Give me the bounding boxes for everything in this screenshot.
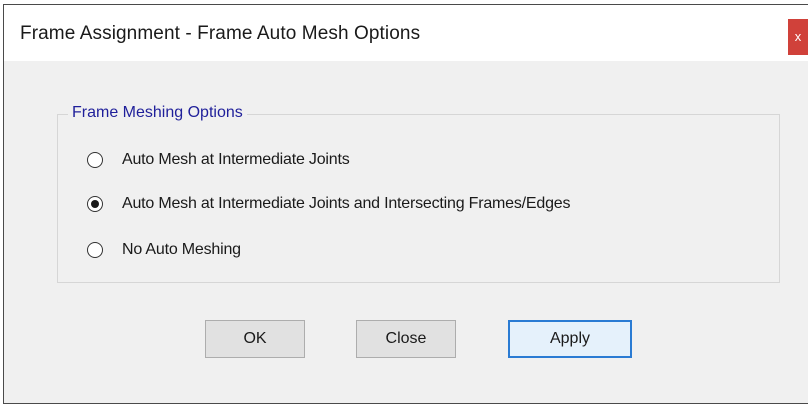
radio-label: No Auto Meshing (122, 241, 241, 258)
option-auto-mesh-intersecting-frames[interactable]: Auto Mesh at Intermediate Joints and Int… (87, 195, 570, 213)
radio-label: Auto Mesh at Intermediate Joints and Int… (122, 195, 571, 212)
option-auto-mesh-intermediate-joints[interactable]: Auto Mesh at Intermediate Joints (87, 151, 350, 169)
dialog-body: Frame Meshing Options Auto Mesh at Inter… (4, 61, 808, 403)
frame-meshing-options-group: Frame Meshing Options Auto Mesh at Inter… (57, 104, 780, 283)
close-button[interactable]: Close (356, 320, 456, 358)
group-legend: Frame Meshing Options (68, 104, 247, 122)
radio-button[interactable] (87, 242, 103, 258)
radio-button-selected[interactable] (87, 196, 103, 212)
window-title: Frame Assignment - Frame Auto Mesh Optio… (20, 23, 421, 44)
dialog-window: Frame Assignment - Frame Auto Mesh Optio… (3, 4, 808, 404)
option-no-auto-meshing[interactable]: No Auto Meshing (87, 241, 241, 259)
ok-button[interactable]: OK (205, 320, 305, 358)
radio-label: Auto Mesh at Intermediate Joints (122, 151, 350, 168)
title-bar[interactable]: Frame Assignment - Frame Auto Mesh Optio… (4, 5, 808, 61)
radio-button[interactable] (87, 152, 103, 168)
apply-button[interactable]: Apply (508, 320, 632, 358)
close-icon[interactable]: x (788, 19, 808, 55)
